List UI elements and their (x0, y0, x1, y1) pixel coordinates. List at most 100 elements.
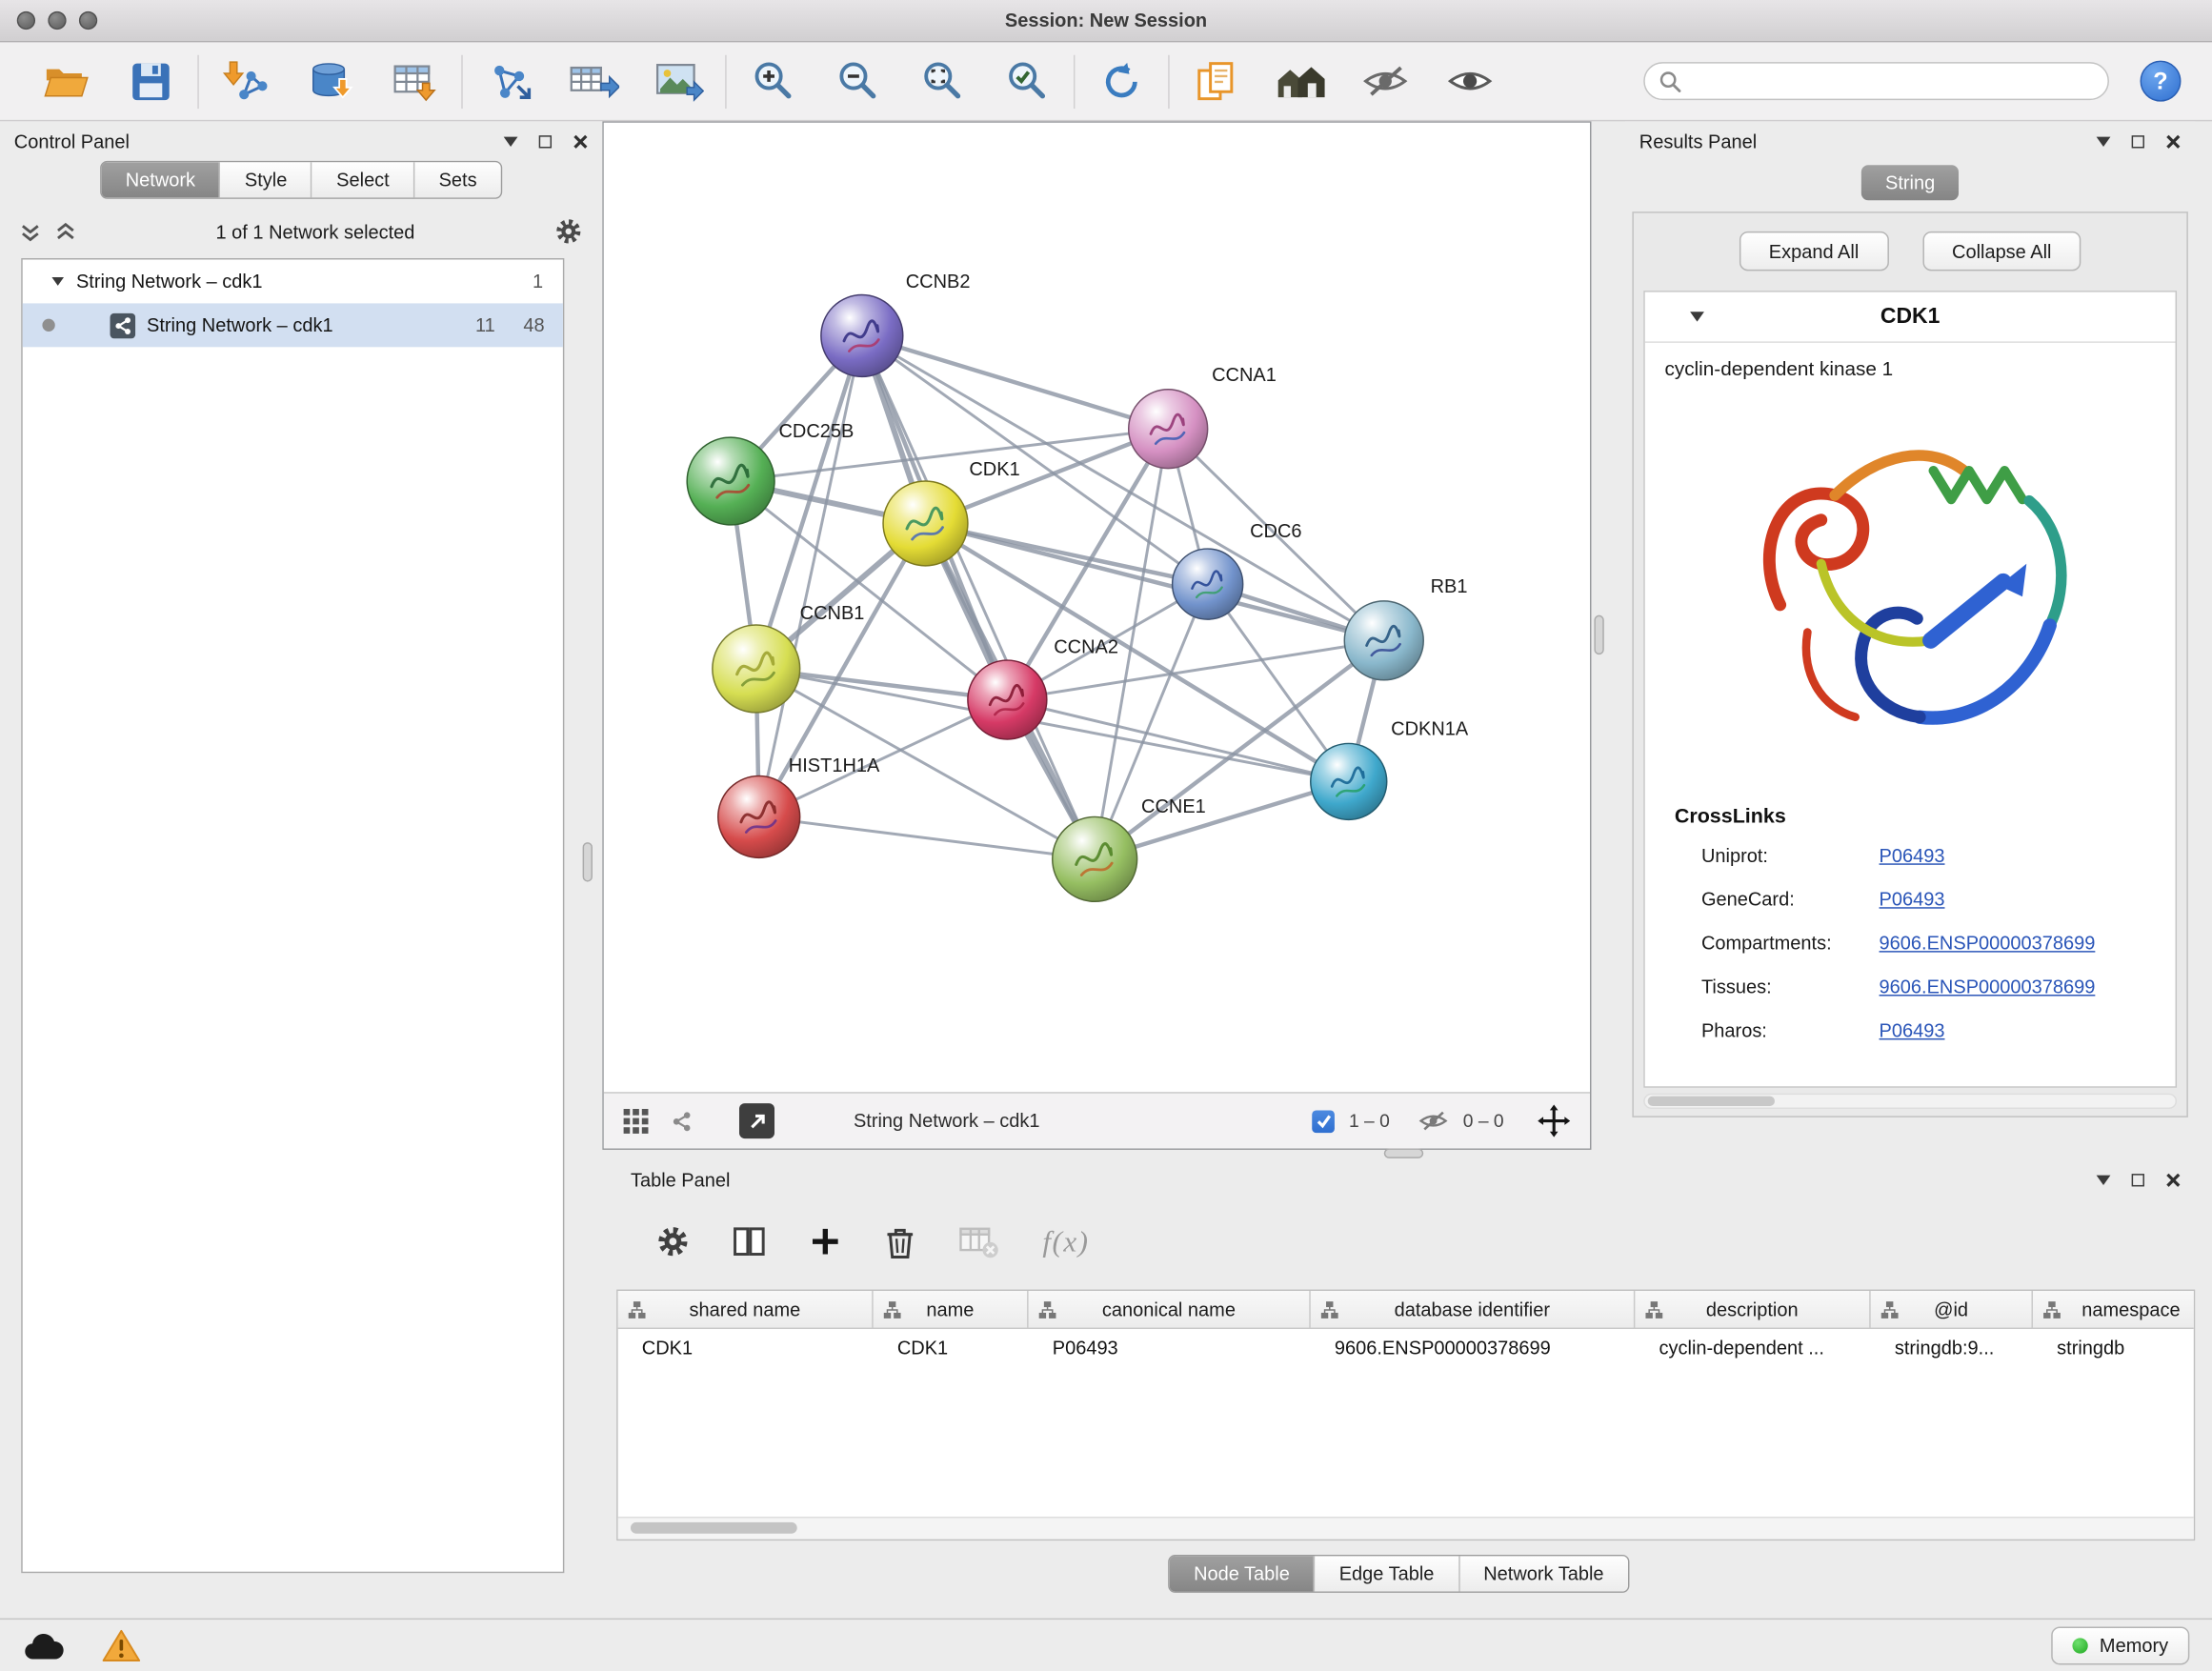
disclosure-triangle-icon[interactable] (51, 277, 64, 286)
open-in-window-button[interactable] (739, 1103, 774, 1138)
zoom-window-button[interactable] (79, 11, 97, 30)
zoom-selected-button[interactable] (1000, 54, 1054, 108)
zoom-fit-button[interactable] (915, 54, 969, 108)
network-node-CDK1[interactable]: CDK1 (883, 459, 1020, 566)
export-table-button[interactable] (567, 54, 620, 108)
results-scrollbar[interactable] (1643, 1094, 2177, 1109)
splitter-handle[interactable] (1594, 615, 1603, 654)
refresh-view-button[interactable] (1095, 54, 1148, 108)
network-node-CCNB1[interactable]: CCNB1 (713, 603, 865, 713)
show-columns-icon[interactable] (733, 1224, 767, 1258)
scrollbar-thumb[interactable] (631, 1522, 797, 1534)
copy-document-button[interactable] (1189, 54, 1242, 108)
network-node-HIST1H1A[interactable]: HIST1H1A (718, 755, 880, 857)
close-window-button[interactable] (17, 11, 35, 30)
eye-icon (1446, 62, 1494, 100)
scrollbar-thumb[interactable] (1648, 1097, 1775, 1106)
import-table-file-button[interactable] (388, 54, 441, 108)
help-button[interactable]: ? (2141, 61, 2182, 102)
tab-sets[interactable]: Sets (413, 162, 501, 197)
network-node-CCNA1[interactable]: CCNA1 (1129, 365, 1277, 469)
tab-node-table[interactable]: Node Table (1170, 1556, 1314, 1591)
cloud-status-icon[interactable] (23, 1630, 65, 1661)
table-row[interactable]: CDK1CDK1P064939606.ENSP00000378699cyclin… (618, 1329, 2194, 1367)
import-network-file-button[interactable] (219, 54, 272, 108)
close-panel-icon[interactable] (573, 133, 588, 149)
table-cell: stringdb (2033, 1329, 2195, 1367)
panel-menu-icon[interactable] (2097, 1175, 2111, 1184)
column-header-name[interactable]: name (874, 1291, 1029, 1329)
grid-view-icon[interactable] (624, 1108, 650, 1134)
network-node-CDKN1A[interactable]: CDKN1A (1311, 719, 1469, 820)
delete-table-icon[interactable] (958, 1223, 1000, 1260)
birdseye-view-icon[interactable] (669, 1108, 694, 1134)
export-image-button[interactable] (652, 54, 705, 108)
crosslink-link[interactable]: P06493 (1880, 1020, 1945, 1041)
gear-icon[interactable] (554, 217, 583, 246)
add-column-icon[interactable] (809, 1224, 843, 1258)
crosslink-link[interactable]: 9606.ENSP00000378699 (1880, 976, 2096, 997)
tab-select[interactable]: Select (312, 162, 413, 197)
tab-edge-table[interactable]: Edge Table (1314, 1556, 1458, 1591)
crosslink-link[interactable]: P06493 (1880, 845, 1945, 866)
float-panel-icon[interactable] (2132, 1173, 2144, 1185)
selected-checkbox[interactable] (1312, 1110, 1335, 1133)
expand-all-button[interactable]: Expand All (1739, 232, 1889, 271)
splitter-handle[interactable] (1384, 1148, 1423, 1158)
network-collection-row[interactable]: String Network – cdk1 1 (23, 259, 563, 303)
search-input[interactable] (1690, 70, 2094, 91)
hierarchy-icon (1880, 1300, 1899, 1319)
disclosure-triangle-icon[interactable] (1690, 312, 1704, 321)
show-graphics-details-button[interactable] (1443, 54, 1497, 108)
tab-network-table[interactable]: Network Table (1458, 1556, 1628, 1591)
column-header--id[interactable]: @id (1871, 1291, 2033, 1329)
panel-menu-icon[interactable] (504, 136, 518, 146)
table-settings-gear-icon[interactable] (656, 1224, 691, 1258)
close-panel-icon[interactable] (2165, 133, 2181, 149)
column-header-canonical-name[interactable]: canonical name (1029, 1291, 1311, 1329)
import-network-database-button[interactable] (303, 54, 356, 108)
network-node-RB1[interactable]: RB1 (1344, 576, 1467, 680)
zoom-out-button[interactable] (831, 54, 884, 108)
home-views-button[interactable] (1274, 54, 1327, 108)
network-row[interactable]: String Network – cdk1 11 48 (23, 303, 563, 347)
crosslink-link[interactable]: P06493 (1880, 889, 1945, 910)
close-panel-icon[interactable] (2165, 1172, 2181, 1187)
tab-style[interactable]: Style (219, 162, 311, 197)
function-builder-button[interactable]: f(x) (1042, 1224, 1089, 1259)
search-field[interactable] (1643, 62, 2109, 100)
move-crosshair-icon[interactable] (1538, 1105, 1570, 1137)
minimize-window-button[interactable] (48, 11, 66, 30)
new-network-from-selection-button[interactable] (482, 54, 535, 108)
delete-column-icon[interactable] (885, 1224, 916, 1259)
panel-menu-icon[interactable] (2097, 136, 2111, 146)
float-panel-icon[interactable] (539, 134, 552, 147)
zoom-in-button[interactable] (746, 54, 799, 108)
network-canvas[interactable]: CCNB2CCNA1CDC25BCDK1CDC6RB1CCNB1CCNA2CDK… (604, 123, 1590, 1092)
expand-all-icon[interactable] (20, 221, 41, 242)
collapse-all-icon[interactable] (55, 221, 76, 242)
column-header-database-identifier[interactable]: database identifier (1311, 1291, 1636, 1329)
splitter-handle[interactable] (583, 842, 593, 881)
float-panel-icon[interactable] (2132, 134, 2144, 147)
network-node-CCNE1[interactable]: CCNE1 (1053, 796, 1206, 901)
hierarchy-icon (1645, 1300, 1663, 1319)
column-header-namespace[interactable]: namespace (2033, 1291, 2195, 1329)
protein-card-header[interactable]: CDK1 (1645, 292, 2176, 343)
hidden-eye-icon[interactable] (1418, 1109, 1449, 1133)
memory-button[interactable]: Memory (2052, 1626, 2190, 1664)
open-session-button[interactable] (39, 54, 92, 108)
tab-string[interactable]: String (1861, 165, 1960, 200)
hide-graphics-details-button[interactable] (1358, 54, 1412, 108)
tab-network[interactable]: Network (102, 162, 220, 197)
save-session-button[interactable] (124, 54, 177, 108)
table-horizontal-scrollbar[interactable] (618, 1517, 2194, 1540)
selected-count: 1 – 0 (1349, 1110, 1390, 1131)
column-header-description[interactable]: description (1635, 1291, 1870, 1329)
warning-icon[interactable] (102, 1628, 141, 1663)
network-node-CDC6[interactable]: CDC6 (1173, 521, 1302, 619)
column-header-shared-name[interactable]: shared name (618, 1291, 874, 1329)
collapse-all-button[interactable]: Collapse All (1922, 232, 2081, 271)
crosslink-link[interactable]: 9606.ENSP00000378699 (1880, 933, 2096, 954)
table-panel-tabs: Node TableEdge TableNetwork Table (1168, 1555, 1629, 1593)
